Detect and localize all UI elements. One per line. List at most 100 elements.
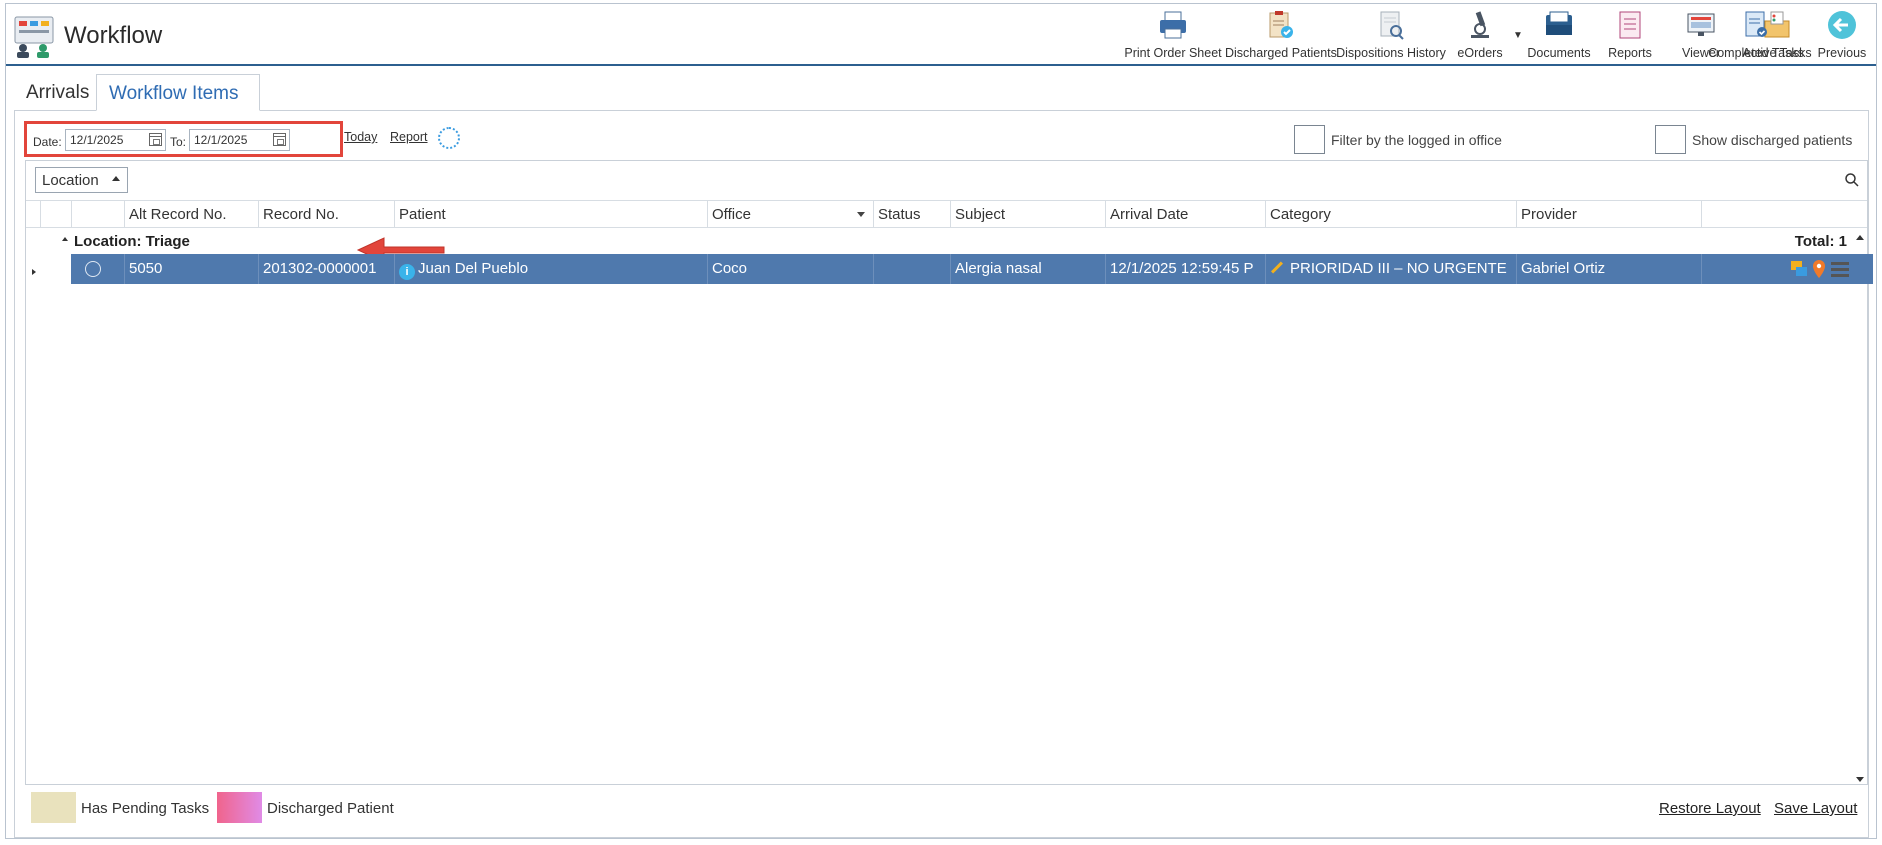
- column-header-status[interactable]: Status: [873, 201, 950, 228]
- column-header-alt-record[interactable]: Alt Record No.: [124, 201, 258, 228]
- app-title: Workflow: [64, 22, 163, 49]
- priority-pencil-icon: [1270, 261, 1284, 274]
- to-date-input[interactable]: 12/1/2025: [189, 129, 290, 151]
- filter-row: Date: 12/1/2025 To: 12/1/2025 Today Repo…: [16, 117, 1866, 263]
- group-total: Total: 1: [1794, 233, 1847, 250]
- cell-patient: i Juan Del Pueblo: [394, 254, 707, 284]
- cell-subject: Alergia nasal: [950, 254, 1105, 284]
- column-header-subject[interactable]: Subject: [950, 201, 1105, 228]
- table-row[interactable]: 5050 201302-0000001 i Juan Del Pueblo Coc…: [71, 254, 1873, 284]
- restore-layout-link[interactable]: Restore Layout: [1659, 800, 1761, 817]
- documents-button[interactable]: Documents: [1522, 4, 1596, 64]
- from-date-input[interactable]: 12/1/2025: [65, 129, 166, 151]
- row-radio-button[interactable]: [85, 261, 101, 277]
- clipboard-check-icon: [1269, 11, 1293, 38]
- print-order-sheet-button[interactable]: Print Order Sheet: [1121, 4, 1225, 64]
- column-header-provider[interactable]: Provider: [1516, 201, 1701, 228]
- discharged-patient-label: Discharged Patient: [267, 800, 394, 817]
- patient-info-icon[interactable]: i: [399, 264, 415, 280]
- previous-button[interactable]: Previous: [1812, 4, 1872, 64]
- microscope-icon: [1471, 11, 1489, 38]
- row-select-cell[interactable]: [71, 254, 124, 284]
- row-action-icons: [1791, 260, 1849, 278]
- cell-alt-record: 5050: [124, 254, 258, 284]
- discharged-patients-button[interactable]: Discharged Patients: [1225, 4, 1337, 64]
- group-by-panel: Location: [26, 161, 1867, 201]
- filter-dropdown-icon[interactable]: [857, 212, 865, 217]
- inbox-tray-icon: [1546, 11, 1572, 35]
- document-search-icon: [1380, 11, 1404, 40]
- cell-record: 201302-0000001: [258, 254, 394, 284]
- reports-label: Reports: [1608, 46, 1652, 60]
- sort-ascending-icon: [112, 176, 120, 181]
- cell-actions: [1701, 254, 1873, 284]
- eorders-label: eOrders: [1457, 46, 1503, 60]
- group-label: Location: Triage: [74, 233, 190, 250]
- location-pin-icon: [1813, 260, 1825, 278]
- to-label: To:: [170, 135, 187, 149]
- reports-button[interactable]: Reports: [1596, 4, 1664, 64]
- document-check-icon: [1745, 11, 1767, 37]
- header: Workflow Print Order Sheet Discharged Pa…: [6, 4, 1876, 66]
- save-layout-link[interactable]: Save Layout: [1774, 800, 1857, 817]
- to-date-value: 12/1/2025: [194, 133, 248, 147]
- today-link[interactable]: Today: [344, 130, 377, 144]
- cell-office: Coco: [707, 254, 873, 284]
- date-range-highlight: Date: 12/1/2025 To: 12/1/2025: [24, 121, 343, 157]
- group-row-triage[interactable]: Location: Triage Total: 1: [26, 228, 1867, 253]
- tab-strip: Arrivals Workflow Items: [6, 74, 1876, 112]
- column-header-office-label: Office: [712, 206, 751, 223]
- group-by-location-chip[interactable]: Location: [35, 167, 128, 193]
- patient-name: Juan Del Pueblo: [418, 260, 529, 277]
- cell-category: PRIORIDAD III – NO URGENTE: [1265, 254, 1516, 284]
- column-header-indent: [40, 201, 71, 228]
- search-icon[interactable]: [1845, 173, 1859, 187]
- pending-tasks-swatch: [31, 792, 76, 823]
- scroll-up-arrow-icon[interactable]: [1856, 235, 1864, 240]
- column-header-patient[interactable]: Patient: [394, 201, 707, 228]
- column-header-category[interactable]: Category: [1265, 201, 1516, 228]
- back-arrow-icon: [1828, 11, 1856, 39]
- completed-tasks-label: Completed Tasks: [1708, 46, 1804, 60]
- vertical-scrollbar[interactable]: [1853, 201, 1867, 785]
- scroll-down-arrow-icon[interactable]: [1856, 777, 1864, 782]
- workflow-app-icon: [14, 16, 54, 58]
- dispositions-history-button[interactable]: Dispositions History: [1335, 4, 1447, 64]
- dispositions-history-label: Dispositions History: [1336, 46, 1446, 60]
- documents-label: Documents: [1527, 46, 1591, 60]
- refresh-icon[interactable]: [438, 127, 460, 149]
- column-header-select: [71, 201, 108, 228]
- collapse-group-icon[interactable]: [62, 237, 68, 241]
- column-header-office[interactable]: Office: [707, 201, 873, 228]
- menu-icon: [1831, 262, 1849, 277]
- tab-arrivals[interactable]: Arrivals: [14, 74, 101, 111]
- workflow-grid: Location Alt Record No. Record No. Patie…: [25, 160, 1873, 785]
- completed-tasks-button[interactable]: Completed Tasks: [1706, 4, 1806, 64]
- show-discharged-label: Show discharged patients: [1692, 132, 1853, 148]
- report-icon: [1619, 11, 1641, 39]
- current-row-indicator-icon: [32, 269, 36, 275]
- eorders-button[interactable]: eOrders: [1447, 4, 1513, 64]
- discharged-patient-swatch: [217, 792, 262, 823]
- cell-arrival-date: 12/1/2025 12:59:45 P: [1105, 254, 1265, 284]
- printer-icon: [1160, 11, 1186, 39]
- show-discharged-checkbox[interactable]: [1655, 125, 1686, 154]
- copy-records-icon: [1791, 261, 1807, 276]
- calendar-icon[interactable]: [149, 133, 162, 146]
- group-chip-label: Location: [42, 172, 99, 189]
- calendar-icon[interactable]: [273, 133, 286, 146]
- pending-tasks-label: Has Pending Tasks: [81, 800, 210, 817]
- discharged-patients-label: Discharged Patients: [1225, 46, 1337, 60]
- tab-workflow-items[interactable]: Workflow Items: [96, 74, 260, 111]
- workflow-window: Workflow Print Order Sheet Discharged Pa…: [5, 3, 1877, 839]
- report-link[interactable]: Report: [390, 130, 428, 144]
- print-order-sheet-label: Print Order Sheet: [1124, 46, 1222, 60]
- column-header-record[interactable]: Record No.: [258, 201, 394, 228]
- column-header-row: Alt Record No. Record No. Patient Office…: [26, 201, 1867, 228]
- cell-status: [873, 254, 950, 284]
- filter-logged-office-checkbox[interactable]: [1294, 125, 1325, 154]
- date-label: Date:: [33, 135, 62, 149]
- cell-provider: Gabriel Ortiz: [1516, 254, 1701, 284]
- column-header-actions: [1701, 201, 1853, 228]
- column-header-arrival-date[interactable]: Arrival Date: [1105, 201, 1265, 228]
